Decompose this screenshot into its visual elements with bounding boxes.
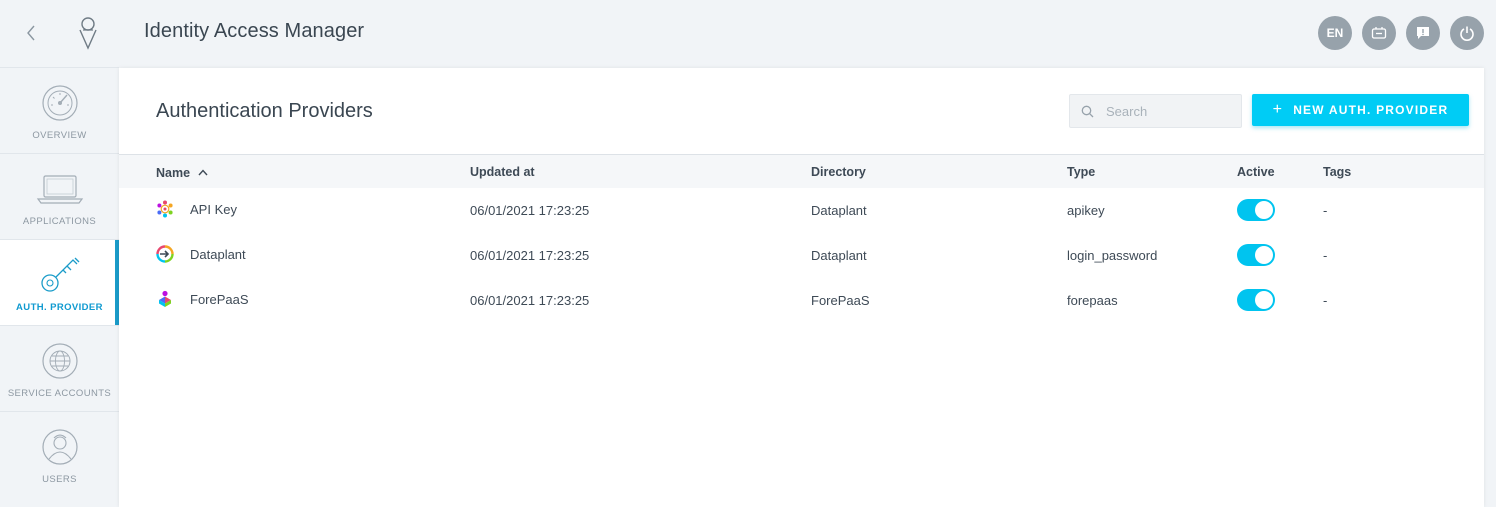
updated-at-cell: 06/01/2021 17:23:25 <box>470 203 590 218</box>
providers-table: Name Updated at Directory Type Active Ta… <box>119 154 1484 323</box>
provider-name-cell: Dataplant <box>156 245 246 263</box>
laptop-icon <box>30 168 90 210</box>
table-header: Name Updated at Directory Type Active Ta… <box>119 155 1484 188</box>
provider-name: ForePaaS <box>190 291 249 307</box>
directory-cell: ForePaaS <box>811 293 870 308</box>
directory-cell: Dataplant <box>811 248 867 263</box>
column-header-updated[interactable]: Updated at <box>470 165 535 179</box>
search-icon <box>1081 105 1094 118</box>
key-icon <box>30 254 90 296</box>
sidebar-item-users[interactable]: USERS <box>0 411 119 497</box>
column-header-name[interactable]: Name <box>156 165 208 180</box>
type-cell: login_password <box>1067 248 1158 263</box>
toggle-knob <box>1255 291 1273 309</box>
power-icon <box>1460 26 1474 41</box>
support-button[interactable] <box>1362 16 1396 50</box>
sidebar-item-auth-provider[interactable]: AUTH. PROVIDER <box>0 239 119 325</box>
back-button[interactable] <box>18 20 44 46</box>
logout-button[interactable] <box>1450 16 1484 50</box>
new-auth-provider-button[interactable]: + NEW AUTH. PROVIDER <box>1252 94 1469 126</box>
sidebar-item-label: SERVICE ACCOUNTS <box>7 388 112 399</box>
column-header-type[interactable]: Type <box>1067 165 1095 179</box>
table-row[interactable]: ForePaaS 06/01/2021 17:23:25 ForePaaS fo… <box>119 278 1484 323</box>
sidebar-item-applications[interactable]: APPLICATIONS <box>0 153 119 239</box>
tags-cell: - <box>1323 293 1328 308</box>
updated-at-cell: 06/01/2021 17:23:25 <box>470 293 590 308</box>
active-toggle[interactable] <box>1237 244 1275 266</box>
provider-name: Dataplant <box>190 246 246 262</box>
ticket-icon <box>1371 27 1387 39</box>
active-toggle[interactable] <box>1237 289 1275 311</box>
api-key-gear-icon <box>156 200 174 218</box>
forepaas-logo-icon <box>156 290 174 308</box>
provider-name-cell: API Key <box>156 200 237 218</box>
sidebar-item-label: APPLICATIONS <box>22 216 97 227</box>
globe-gear-icon <box>30 340 90 382</box>
toggle-knob <box>1255 246 1273 264</box>
page-title: Authentication Providers <box>156 100 373 122</box>
sidebar: OVERVIEW APPLICATIONS AUTH. PROVIDER SER… <box>0 67 119 507</box>
top-bar: Identity Access Manager EN <box>0 0 1496 67</box>
user-icon <box>30 426 90 468</box>
app-title: Identity Access Manager <box>144 20 365 42</box>
sidebar-item-label: AUTH. PROVIDER <box>16 302 103 313</box>
main-panel: Authentication Providers + NEW AUTH. PRO… <box>119 68 1484 507</box>
sidebar-item-overview[interactable]: OVERVIEW <box>0 67 119 153</box>
sidebar-item-service-accounts[interactable]: SERVICE ACCOUNTS <box>0 325 119 411</box>
feedback-button[interactable] <box>1406 16 1440 50</box>
column-header-active[interactable]: Active <box>1237 165 1275 179</box>
sidebar-item-label: USERS <box>42 474 77 485</box>
sort-ascending-icon[interactable] <box>198 165 208 179</box>
dataplant-logo-icon <box>156 245 174 263</box>
top-actions: EN <box>1318 16 1484 50</box>
language-button[interactable]: EN <box>1318 16 1352 50</box>
provider-name-cell: ForePaaS <box>156 290 249 308</box>
new-auth-provider-label: NEW AUTH. PROVIDER <box>1293 103 1449 117</box>
type-cell: apikey <box>1067 203 1105 218</box>
directory-cell: Dataplant <box>811 203 867 218</box>
column-header-tags[interactable]: Tags <box>1323 165 1351 179</box>
search-box[interactable] <box>1069 94 1242 128</box>
tags-cell: - <box>1323 203 1328 218</box>
chevron-left-icon <box>27 25 35 41</box>
app-logo[interactable] <box>74 14 102 52</box>
gauge-icon <box>30 82 90 124</box>
active-toggle[interactable] <box>1237 199 1275 221</box>
table-row[interactable]: API Key 06/01/2021 17:23:25 Dataplant ap… <box>119 188 1484 233</box>
column-header-directory[interactable]: Directory <box>811 165 866 179</box>
type-cell: forepaas <box>1067 293 1118 308</box>
iam-logo-icon <box>79 17 97 50</box>
toggle-knob <box>1255 201 1273 219</box>
provider-name: API Key <box>190 201 237 217</box>
table-row[interactable]: Dataplant 06/01/2021 17:23:25 Dataplant … <box>119 233 1484 278</box>
search-input[interactable] <box>1106 103 1226 119</box>
tags-cell: - <box>1323 248 1328 263</box>
plus-icon: + <box>1272 101 1284 118</box>
feedback-icon <box>1417 27 1429 39</box>
updated-at-cell: 06/01/2021 17:23:25 <box>470 248 590 263</box>
sidebar-item-label: OVERVIEW <box>32 130 87 141</box>
